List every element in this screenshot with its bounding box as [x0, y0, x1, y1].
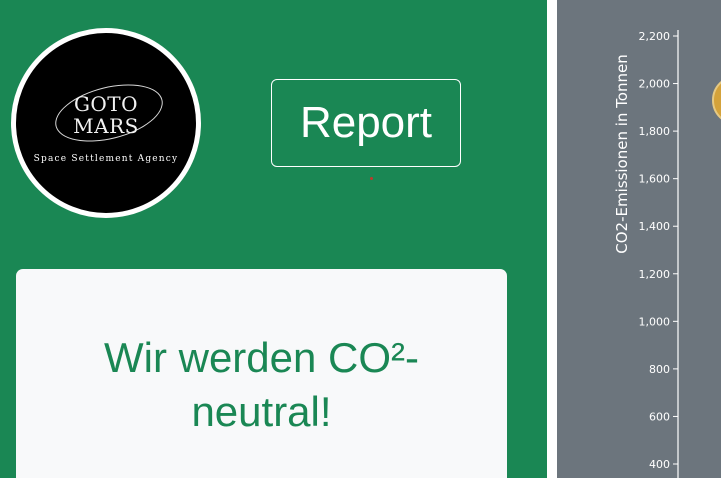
- y-tick-label: 2,000: [639, 78, 671, 91]
- y-axis-title: CO2-Emissionen in Tonnen: [613, 54, 631, 253]
- cursor-dot: [370, 177, 373, 180]
- y-tick-label: 800: [649, 363, 670, 376]
- chart-panel: CO2-Emissionen in Tonnen 400 600 800 1,000 1…: [557, 0, 721, 478]
- left-panel: GOTO MARS Space Settlement Agency Report…: [0, 0, 547, 478]
- co2-chart: CO2-Emissionen in Tonnen 400 600 800 1,000 1…: [613, 30, 721, 478]
- headline-text: Wir werden CO²-neutral!: [103, 334, 420, 435]
- data-point[interactable]: [712, 76, 721, 124]
- y-tick-label: 1,400: [639, 220, 671, 233]
- y-tick-label: 1,800: [639, 125, 671, 138]
- logo-line-2: MARS: [73, 114, 139, 138]
- y-tick-label: 1,000: [639, 315, 671, 328]
- report-button[interactable]: Report: [271, 79, 461, 167]
- goto-mars-logo[interactable]: GOTO MARS Space Settlement Agency: [11, 28, 201, 218]
- y-tick-label: 1,200: [639, 268, 671, 281]
- panel-divider: [547, 0, 557, 478]
- y-tick-label: 2,200: [639, 30, 671, 43]
- y-tick-label: 600: [649, 410, 670, 423]
- y-tick-label: 1,600: [639, 173, 671, 186]
- logo-line-1: GOTO: [73, 92, 139, 116]
- logo-tagline: Space Settlement Agency: [33, 154, 179, 164]
- y-tick-label: 400: [649, 458, 670, 471]
- headline-card: Wir werden CO²-neutral!: [16, 269, 507, 478]
